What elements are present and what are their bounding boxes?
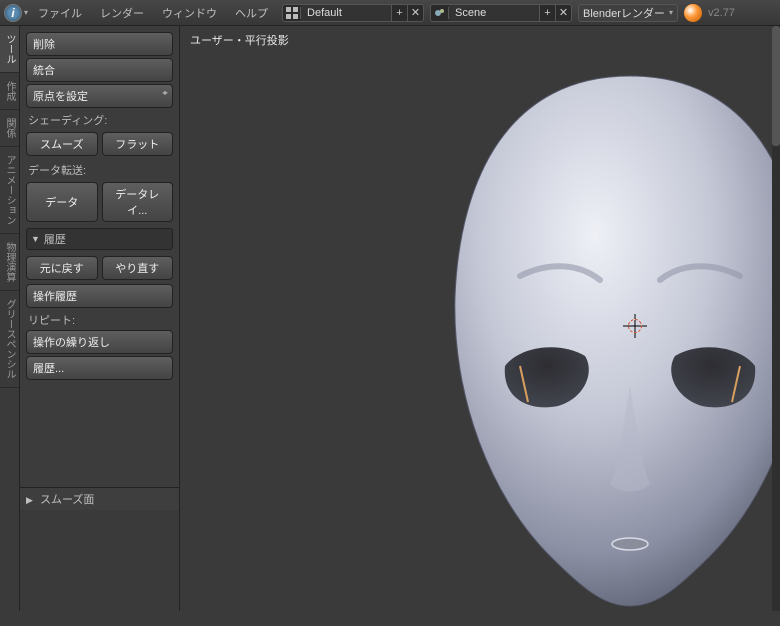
tab-physics[interactable]: 物理演算 (0, 234, 19, 291)
data-transfer-label: データ転送: (28, 162, 173, 178)
flat-button[interactable]: フラット (102, 132, 174, 156)
tab-create[interactable]: 作成 (0, 73, 19, 110)
data-button[interactable]: データ (26, 182, 98, 222)
renderer-label: Blenderレンダー (583, 5, 665, 21)
layout-grid-icon (283, 7, 301, 19)
tab-animation[interactable]: アニメーション (0, 147, 19, 234)
history-panel-header[interactable]: ▼ 履歴 (26, 228, 173, 250)
undo-button[interactable]: 元に戻す (26, 256, 98, 280)
tab-gpencil[interactable]: グリースペンシル (0, 291, 19, 388)
scene-remove-button[interactable]: ✕ (555, 5, 571, 21)
tab-relations[interactable]: 関係 (0, 110, 19, 147)
layout-field[interactable]: Default + ✕ (282, 4, 424, 22)
smooth-button[interactable]: スムーズ (26, 132, 98, 156)
tool-panel: 削除 統合 原点を設定 シェーディング: スムーズ フラット データ転送: デー… (20, 26, 180, 611)
menu-help[interactable]: ヘルプ (227, 1, 276, 25)
3d-head-mesh (370, 66, 780, 626)
tool-tabs: ツール 作成 関係 アニメーション 物理演算 グリースペンシル (0, 26, 20, 611)
join-button[interactable]: 統合 (26, 58, 173, 82)
set-origin-dropdown[interactable]: 原点を設定 (26, 84, 173, 108)
history-menu-button[interactable]: 履歴... (26, 356, 173, 380)
layout-add-button[interactable]: + (391, 5, 407, 21)
operator-title: スムーズ面 (40, 494, 94, 506)
triangle-down-icon: ▼ (31, 234, 40, 244)
operator-panel-header[interactable]: ▶ スムーズ面 (20, 487, 179, 510)
chevron-down-icon[interactable]: ▾ (24, 8, 28, 17)
chevron-updown-icon: ▾ (669, 8, 673, 17)
layout-remove-button[interactable]: ✕ (407, 5, 423, 21)
scene-icon (431, 7, 449, 19)
blender-logo-icon (684, 4, 702, 22)
menu-render[interactable]: レンダー (92, 1, 152, 25)
data-layout-button[interactable]: データレイ... (102, 182, 174, 222)
scene-add-button[interactable]: + (539, 5, 555, 21)
delete-button[interactable]: 削除 (26, 32, 173, 56)
triangle-right-icon: ▶ (26, 495, 33, 505)
scene-field[interactable]: Scene + ✕ (430, 4, 572, 22)
version-label: v2.77 (708, 7, 735, 19)
viewport-scrollbar[interactable] (772, 26, 780, 611)
layout-name[interactable]: Default (301, 5, 391, 21)
top-header: i ▾ ファイル レンダー ウィンドウ ヘルプ Default + ✕ Scen… (0, 0, 780, 26)
scrollbar-thumb[interactable] (772, 26, 780, 146)
repeat-label: リピート: (28, 312, 173, 328)
history-list-button[interactable]: 操作履歴 (26, 284, 173, 308)
viewport-label: ユーザー・平行投影 (190, 32, 289, 48)
renderer-dropdown[interactable]: Blenderレンダー ▾ (578, 4, 678, 22)
scene-name[interactable]: Scene (449, 5, 539, 21)
menu-file[interactable]: ファイル (30, 1, 90, 25)
repeat-op-button[interactable]: 操作の繰り返し (26, 330, 173, 354)
tab-tools[interactable]: ツール (0, 26, 19, 73)
menu-window[interactable]: ウィンドウ (154, 1, 225, 25)
redo-button[interactable]: やり直す (102, 256, 174, 280)
3d-viewport[interactable]: ユーザー・平行投影 (180, 26, 780, 611)
shading-label: シェーディング: (28, 112, 173, 128)
operator-panel-body (20, 510, 179, 611)
history-title: 履歴 (44, 231, 66, 247)
info-icon[interactable]: i (4, 4, 22, 22)
